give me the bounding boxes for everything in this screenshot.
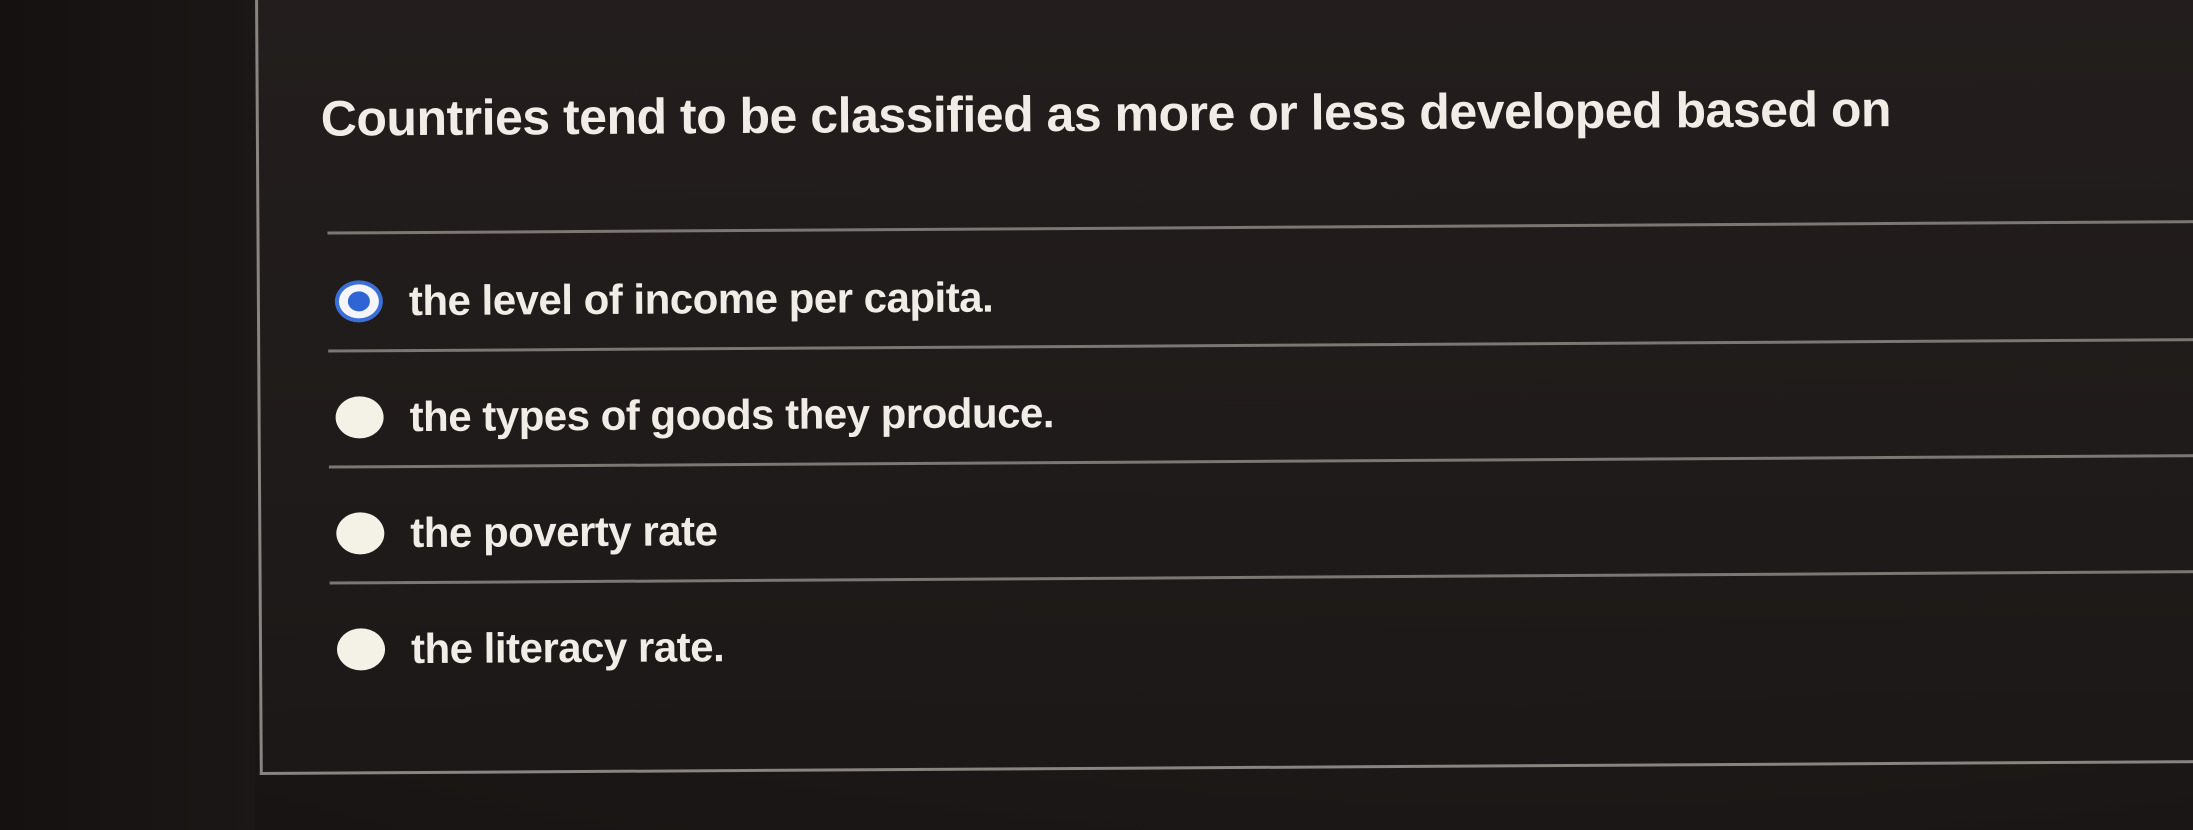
radio-button-selected[interactable] xyxy=(334,280,384,323)
option-label: the level of income per capita. xyxy=(408,273,994,325)
option-label: the poverty rate xyxy=(410,507,718,557)
divider xyxy=(327,219,2193,235)
option-label: the types of goods they produce. xyxy=(409,389,1055,441)
option-types-of-goods[interactable]: the types of goods they produce. xyxy=(335,383,1054,447)
radio-dot-icon xyxy=(347,291,370,312)
left-margin xyxy=(0,0,255,830)
radio-button[interactable] xyxy=(336,628,386,671)
divider xyxy=(328,337,2193,353)
radio-button[interactable] xyxy=(335,396,384,439)
radio-button[interactable] xyxy=(336,512,385,555)
option-income-per-capita[interactable]: the level of income per capita. xyxy=(334,267,994,331)
divider xyxy=(328,453,2193,469)
option-label: the literacy rate. xyxy=(410,623,725,673)
screen: Countries tend to be classified as more … xyxy=(0,0,2193,830)
option-literacy-rate[interactable]: the literacy rate. xyxy=(336,617,725,679)
option-poverty-rate[interactable]: the poverty rate xyxy=(336,501,718,563)
divider xyxy=(329,569,2193,585)
question-panel: Countries tend to be classified as more … xyxy=(255,0,2193,775)
question-text: Countries tend to be classified as more … xyxy=(320,81,1892,147)
